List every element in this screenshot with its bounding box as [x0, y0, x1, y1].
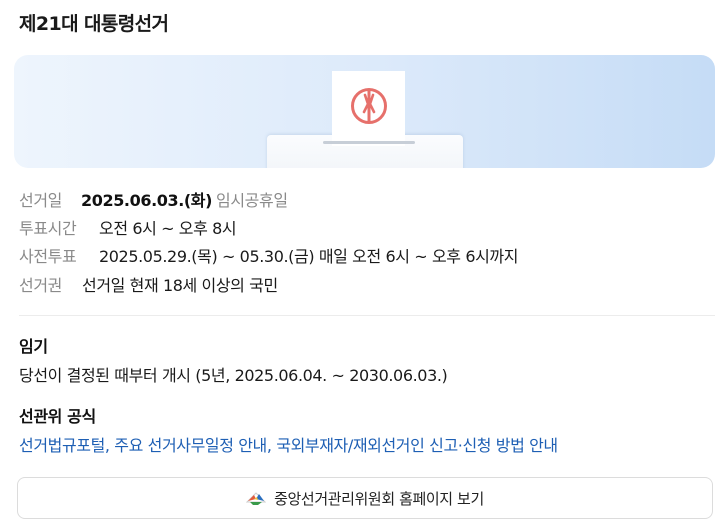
- nec-homepage-label: 중앙선거관리위원회 홈페이지 보기: [274, 489, 484, 508]
- ballot-box-slot: [323, 141, 415, 144]
- term-text: 당선이 결정된 때부터 개시 (5년, 2025.06.04. ~ 2030.0…: [19, 366, 448, 385]
- link-separator: ,: [266, 436, 277, 455]
- voting-hours-row: 투표시간 오전 6시 ~ 오후 8시: [19, 215, 237, 239]
- official-heading: 선관위 공식: [19, 407, 96, 426]
- nec-homepage-button[interactable]: 중앙선거관리위원회 홈페이지 보기: [17, 477, 713, 519]
- election-day-value: 2025.06.03.(화): [81, 191, 213, 210]
- page-title: 제21대 대통령선거: [19, 13, 169, 35]
- voting-hours-label: 투표시간: [19, 219, 77, 238]
- schedule-link[interactable]: 주요 선거사무일정 안내: [114, 436, 267, 455]
- term-heading: 임기: [19, 337, 48, 356]
- early-voting-row: 사전투표 2025.05.29.(목) ~ 05.30.(금) 매일 오전 6시 …: [19, 243, 518, 267]
- law-portal-link[interactable]: 선거법규포털: [19, 436, 105, 455]
- link-separator: ,: [104, 436, 115, 455]
- voting-right-value: 선거일 현재 18세 이상의 국민: [82, 276, 278, 295]
- nec-logo-icon: [246, 490, 267, 506]
- early-voting-value: 2025.05.29.(목) ~ 05.30.(금) 매일 오전 6시 ~ 오후…: [99, 247, 519, 266]
- section-divider: [19, 315, 715, 316]
- overseas-voter-link[interactable]: 국외부재자/재외선거인 신고·신청 방법 안내: [276, 436, 558, 455]
- early-voting-label: 사전투표: [19, 247, 77, 266]
- ballot-paper: [332, 71, 405, 146]
- official-links: 선거법규포털, 주요 선거사무일정 안내, 국외부재자/재외선거인 신고·신청 …: [19, 432, 558, 456]
- holiday-note: 임시공휴일: [216, 191, 288, 210]
- voting-right-label: 선거권: [19, 276, 62, 295]
- voting-hours-value: 오전 6시 ~ 오후 8시: [99, 219, 237, 238]
- ballot-stamp-icon: [351, 88, 387, 124]
- election-banner: [14, 55, 715, 168]
- election-day-row: 선거일 2025.06.03.(화) 임시공휴일: [19, 187, 288, 211]
- election-day-label: 선거일: [19, 191, 62, 210]
- voting-right-row: 선거권 선거일 현재 18세 이상의 국민: [19, 272, 278, 296]
